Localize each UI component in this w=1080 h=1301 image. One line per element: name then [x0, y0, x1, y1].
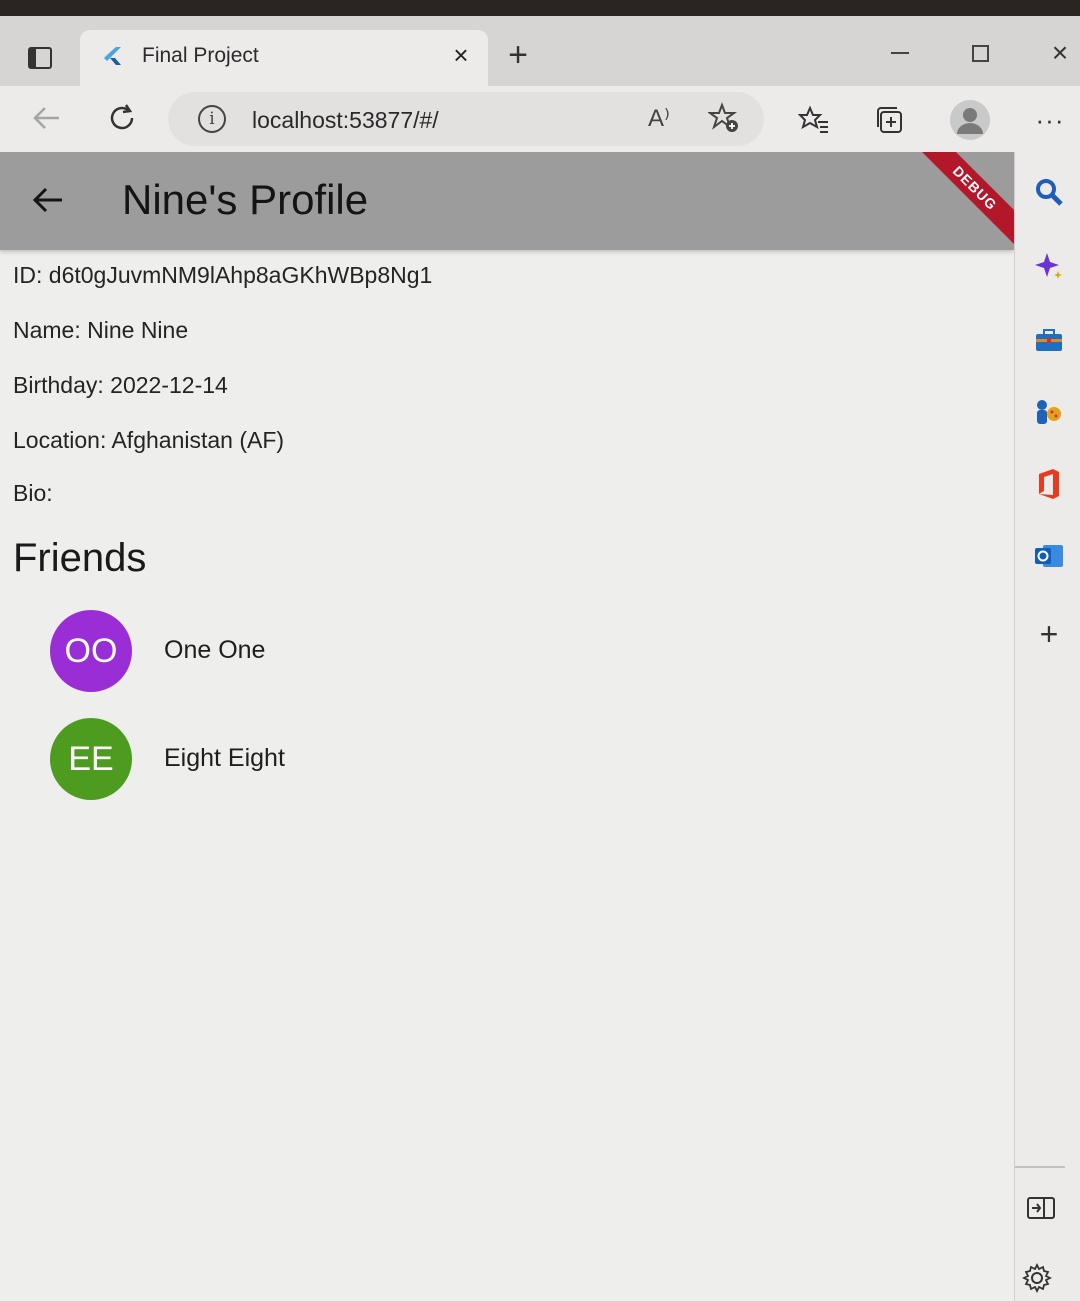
more-options-icon[interactable]: ··· [1032, 102, 1068, 138]
page-title: Nine's Profile [122, 176, 369, 223]
copilot-icon[interactable] [1031, 248, 1067, 284]
new-tab-button[interactable]: + [500, 38, 536, 74]
outlook-icon[interactable] [1031, 538, 1067, 574]
close-window-button[interactable]: × [1042, 38, 1078, 68]
tab-title: Final Project [142, 44, 259, 67]
tab-final-project[interactable]: Final Project × [80, 30, 488, 86]
app-bar: Nine's Profile [0, 152, 1014, 250]
hide-sidebar-icon[interactable] [1023, 1190, 1059, 1226]
avatar: OO [50, 610, 132, 692]
read-aloud-icon[interactable]: A⁾ [648, 104, 670, 133]
settings-icon[interactable] [1019, 1260, 1055, 1296]
browser-toolbar: i localhost:53877/#/ A⁾ ··· [0, 86, 1080, 152]
screen-bezel [0, 0, 1080, 16]
site-info-icon[interactable]: i [198, 105, 226, 133]
tab-strip: Final Project × + × [0, 16, 1080, 86]
sidebar-divider [1015, 1166, 1065, 1168]
url-text[interactable]: localhost:53877/#/ [252, 107, 439, 134]
friend-name: Eight Eight [164, 744, 285, 772]
flutter-app: Nine's Profile DEBUG ID: d6t0gJuvmNM9lAh… [0, 152, 1014, 1301]
friends-heading: Friends [13, 536, 147, 580]
tab-actions-button[interactable] [14, 36, 66, 80]
close-tab-icon[interactable]: × [448, 42, 474, 68]
profile-birthday: Birthday: 2022-12-14 [13, 372, 228, 398]
profile-location: Location: Afghanistan (AF) [13, 427, 285, 453]
back-arrow-icon [33, 107, 59, 129]
collections-icon[interactable] [872, 102, 908, 138]
avatar: EE [50, 718, 132, 800]
minimize-icon [891, 52, 909, 54]
tab-actions-icon [28, 47, 52, 69]
office-icon[interactable] [1031, 466, 1067, 502]
profile-id: ID: d6t0gJuvmNM9lAhp8aGKhWBp8Ng1 [13, 262, 433, 288]
games-icon[interactable] [1031, 394, 1067, 430]
add-icon[interactable]: + [1031, 616, 1067, 652]
friend-name: One One [164, 636, 266, 664]
friend-list-item[interactable]: OO One One [50, 610, 550, 692]
flutter-favicon-icon [104, 47, 121, 65]
minimize-button[interactable] [882, 38, 918, 68]
friend-list-item[interactable]: EE Eight Eight [50, 718, 550, 800]
browser-sidebar: + [1014, 152, 1080, 1301]
reload-button[interactable] [102, 98, 142, 138]
profile-bio: Bio: [13, 480, 53, 506]
maximize-button[interactable] [962, 38, 998, 68]
search-icon[interactable] [1031, 174, 1067, 210]
add-favorite-icon[interactable] [706, 102, 740, 141]
back-button[interactable] [26, 98, 66, 138]
profile-name: Name: Nine Nine [13, 317, 189, 343]
reload-icon [110, 104, 134, 130]
maximize-icon [971, 44, 989, 62]
address-bar[interactable]: i localhost:53877/#/ A⁾ [168, 92, 764, 146]
tools-icon[interactable] [1031, 322, 1067, 358]
profile-avatar-icon[interactable] [950, 100, 990, 140]
favorites-icon[interactable] [796, 102, 832, 138]
back-arrow-icon[interactable] [28, 180, 68, 220]
